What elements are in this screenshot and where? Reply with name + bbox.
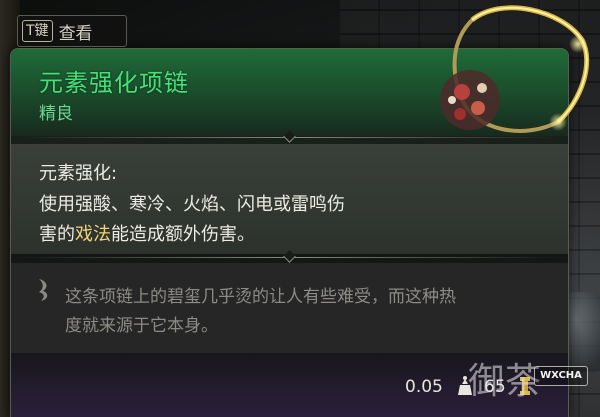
flavor-text-line2: 度就来源于它本身。 xyxy=(65,316,218,336)
effect-description-line2: 害的戏法能造成额外伤害。 xyxy=(39,220,255,246)
watermark-logo: 御茶 xyxy=(468,361,543,402)
effect-text-pre: 害的 xyxy=(39,224,75,245)
item-weight: 0.05 xyxy=(405,377,443,397)
effect-name: 元素强化: xyxy=(39,163,118,184)
quill-icon xyxy=(39,279,48,301)
necklace-icon xyxy=(440,5,590,133)
cantrip-keyword[interactable]: 戏法 xyxy=(75,224,111,245)
inspect-hint[interactable]: T键 查看 xyxy=(17,15,127,47)
item-rarity: 精良 xyxy=(39,104,73,124)
t-key-badge: T键 xyxy=(22,20,53,42)
flavor-text-line1: 这条项链上的碧玺几乎烫的让人有些难受，而这种热 xyxy=(65,287,456,307)
effect-text-post: 能造成额外伤害。 xyxy=(111,224,255,245)
game-scene: 元素强化项链 精良 元素强化: 使用强酸、寒冷、火焰、闪电或雷鸣伤 害的戏法能造… xyxy=(0,0,600,417)
effect-description-line1: 使用强酸、寒冷、火焰、闪电或雷鸣伤 xyxy=(39,194,345,215)
item-name: 元素强化项链 xyxy=(39,69,189,97)
watermark-badge: WXCHA xyxy=(534,366,588,386)
flavor-section xyxy=(11,263,568,353)
inspect-label: 查看 xyxy=(58,23,93,44)
